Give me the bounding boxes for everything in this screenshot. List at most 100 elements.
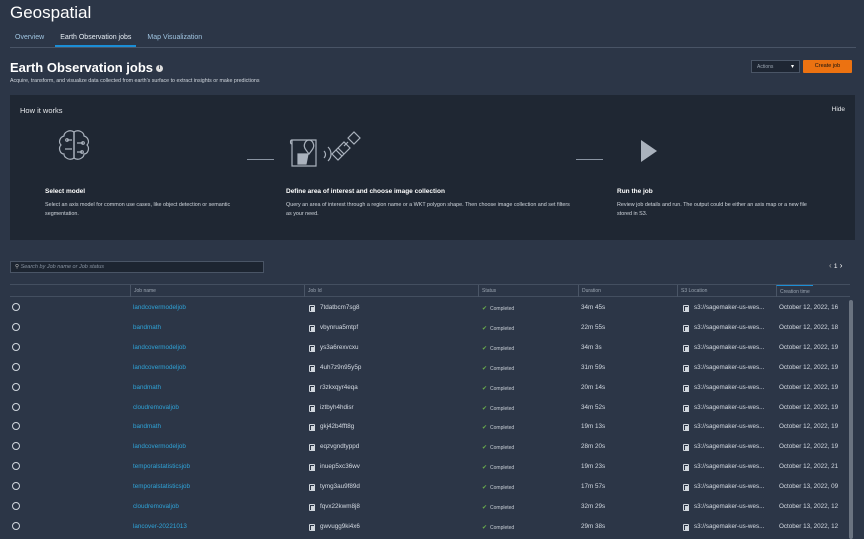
copy-icon[interactable] (683, 344, 689, 352)
copy-icon[interactable] (309, 484, 315, 492)
row-select-radio[interactable] (12, 303, 20, 311)
check-icon: ✔ (482, 325, 488, 332)
row-select-radio[interactable] (12, 422, 20, 431)
copy-icon[interactable] (309, 305, 315, 312)
creation-time: October 13, 2022, 09 (779, 483, 839, 491)
creation-time: October 12, 2022, 19 (779, 343, 839, 351)
job-name-link[interactable]: landcovermodeljob (133, 304, 186, 311)
row-select-radio[interactable] (12, 462, 20, 471)
copy-icon[interactable] (683, 404, 689, 412)
copy-icon[interactable] (683, 444, 689, 452)
table-row[interactable]: cloudremovaljob iztbyh4hdisr ✔ Completed … (10, 398, 845, 418)
table-row[interactable]: lancover-20221013 gwvugg9ki4x6 ✔ Complete… (10, 517, 845, 537)
table-row[interactable]: bandmath gkj42b4fft8g ✔ Completed 19m 13s… (10, 417, 845, 437)
check-icon: ✔ (482, 345, 488, 352)
actions-dropdown[interactable]: Actions ▾ (751, 60, 800, 73)
search-placeholder: Search by Job name or Job status (20, 264, 105, 270)
status: ✔ Completed (482, 365, 514, 372)
info-icon[interactable]: i (156, 65, 164, 73)
row-select-radio[interactable] (12, 502, 20, 510)
copy-icon[interactable] (309, 504, 315, 511)
copy-icon[interactable] (309, 424, 315, 432)
table-row[interactable]: cloudremovaljob fqvx22kwm8j8 ✔ Completed … (10, 497, 845, 517)
copy-icon[interactable] (683, 464, 689, 472)
create-job-button[interactable]: Create job (803, 60, 852, 73)
job-name-link[interactable]: landcovermodeljob (133, 443, 186, 450)
table-row[interactable]: temporalstatisticsjob tymg3au9f89d ✔ Comp… (10, 477, 845, 497)
status: ✔ Completed (482, 504, 514, 511)
job-name-link[interactable]: cloudremovaljob (133, 404, 179, 411)
copy-icon[interactable] (309, 344, 315, 352)
copy-icon[interactable] (309, 364, 315, 372)
creation-time: October 13, 2022, 12 (779, 522, 839, 530)
creation-time: October 13, 2022, 12 (779, 503, 839, 510)
table-row[interactable]: landcovermodeljob eqzvgndtyppd ✔ Complete… (10, 437, 845, 457)
column-header[interactable]: Duration (578, 285, 604, 297)
arrow-icon (247, 159, 274, 160)
table-row[interactable]: bandmath r3zkxqyr4eqa ✔ Completed 20m 14s… (10, 378, 845, 398)
row-select-radio[interactable] (12, 342, 20, 351)
copy-icon[interactable] (309, 444, 315, 452)
job-name-link[interactable]: bandmath (133, 384, 161, 391)
hide-button[interactable]: Hide (832, 106, 845, 113)
job-name-link[interactable]: landcovermodeljob (133, 344, 186, 351)
scrollbar[interactable] (849, 300, 853, 539)
copy-icon[interactable] (309, 464, 315, 472)
copy-icon[interactable] (309, 404, 315, 412)
duration: 34m 52s (581, 403, 606, 411)
column-header[interactable]: Job name (130, 285, 159, 297)
table-row[interactable]: landcovermodeljob ys3a6rexvcxu ✔ Complete… (10, 338, 845, 358)
copy-icon[interactable] (683, 305, 689, 312)
row-select-radio[interactable] (12, 402, 20, 411)
table-row[interactable]: landcovermodeljob 4uh7z9n95y5p ✔ Complete… (10, 358, 845, 378)
tab-overview[interactable]: Overview (10, 30, 49, 47)
job-name-link[interactable]: temporalstatisticsjob (133, 483, 190, 490)
column-header[interactable]: Creation time (776, 285, 813, 297)
row-select-radio[interactable] (12, 442, 20, 451)
copy-icon[interactable] (309, 523, 315, 531)
next-page-icon[interactable]: › (838, 261, 843, 270)
row-select-radio[interactable] (12, 382, 20, 391)
duration: 28m 20s (581, 443, 606, 451)
column-header[interactable]: S3 Location (677, 285, 710, 297)
search-input[interactable]: ⚲ Search by Job name or Job status (10, 261, 264, 273)
status: ✔ Completed (482, 405, 514, 412)
status: ✔ Completed (482, 464, 514, 471)
s3-location: s3://sagemaker-us-wes... (694, 443, 765, 451)
job-name-link[interactable]: bandmath (133, 324, 161, 331)
row-select-radio[interactable] (12, 322, 20, 331)
copy-icon[interactable] (309, 324, 315, 332)
copy-icon[interactable] (683, 523, 689, 531)
row-select-radio[interactable] (12, 362, 20, 371)
copy-icon[interactable] (683, 424, 689, 432)
copy-icon[interactable] (683, 324, 689, 332)
copy-icon[interactable] (683, 504, 689, 511)
job-id: inuep5xc36wv (320, 463, 360, 471)
job-id: r3zkxqyr4eqa (320, 383, 358, 391)
copy-icon[interactable] (683, 384, 689, 392)
tab-bar: Overview Earth Observation jobs Map Visu… (10, 30, 856, 48)
arrow-icon (576, 159, 603, 160)
copy-icon[interactable] (309, 384, 315, 392)
table-row[interactable]: temporalstatisticsjob inuep5xc36wv ✔ Comp… (10, 457, 845, 477)
row-select-radio[interactable] (12, 482, 20, 491)
tab-earth-observation-jobs[interactable]: Earth Observation jobs (55, 30, 137, 47)
step-title: Select model (45, 188, 86, 195)
column-header[interactable]: Status (478, 285, 499, 297)
row-select-radio[interactable] (12, 521, 20, 530)
status-text: Completed (490, 365, 515, 372)
job-name-link[interactable]: temporalstatisticsjob (133, 463, 190, 470)
step-description: Query an area of interest through a regi… (286, 202, 570, 217)
job-name-link[interactable]: landcovermodeljob (133, 364, 186, 371)
copy-icon[interactable] (683, 364, 689, 372)
table-row[interactable]: bandmath vbynrua5mtpf ✔ Completed 22m 55s… (10, 318, 845, 338)
job-name-link[interactable]: bandmath (133, 423, 161, 430)
job-name-link[interactable]: cloudremovaljob (133, 503, 179, 510)
column-header[interactable]: Job Id (304, 285, 325, 297)
tab-map-visualization[interactable]: Map Visualization (142, 30, 207, 47)
job-name-link[interactable]: lancover-20221013 (133, 523, 187, 530)
job-id: iztbyh4hdisr (320, 403, 354, 411)
table-row[interactable]: landcovermodeljob 7tdatbcm7sg8 ✔ Complete… (10, 298, 845, 318)
how-it-works-panel: How it works Hide Select model Select an… (10, 95, 855, 240)
copy-icon[interactable] (683, 484, 689, 492)
